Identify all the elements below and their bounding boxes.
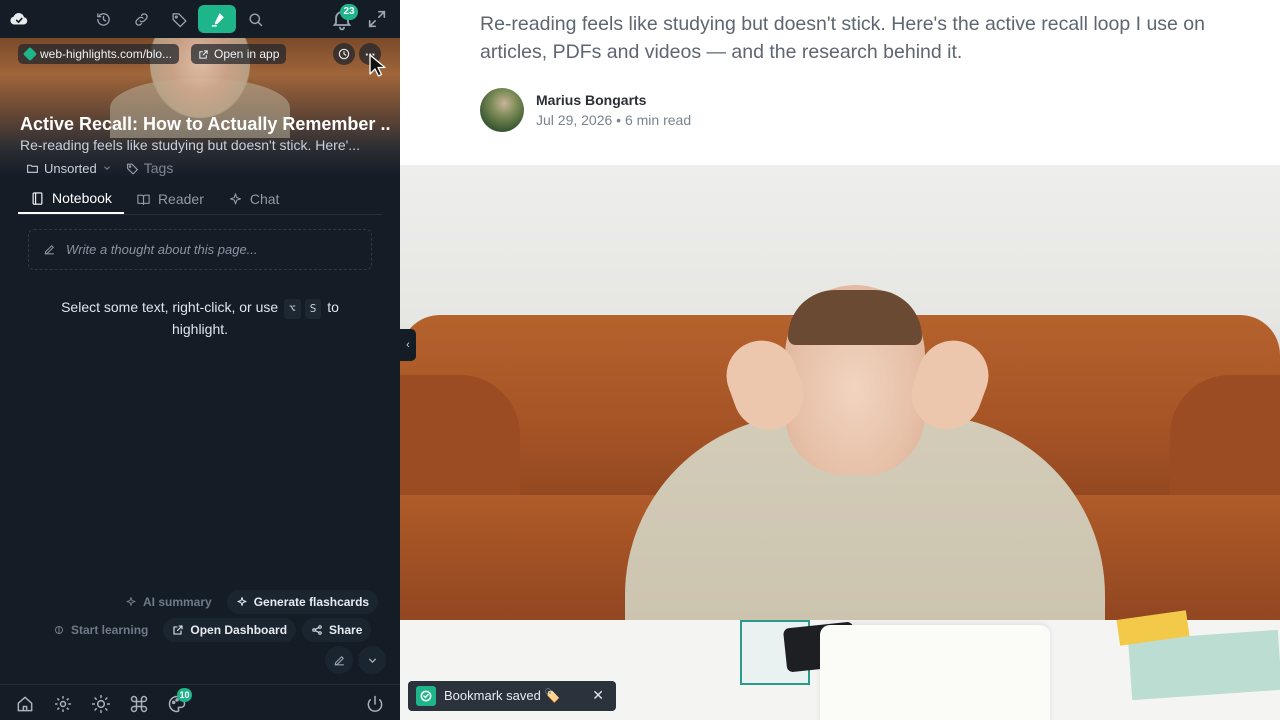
ai-summary-label: AI summary xyxy=(143,595,212,609)
history-icon xyxy=(96,12,110,26)
brain-icon xyxy=(55,626,63,634)
article-lede: Re-reading feels like studying but doesn… xyxy=(480,13,1205,63)
start-learning-button[interactable]: Start learning xyxy=(44,618,157,642)
sidebar-tabs: Notebook Reader Chat xyxy=(18,184,382,215)
cloud-check-icon[interactable] xyxy=(8,8,30,30)
chevron-down-icon xyxy=(368,657,376,663)
empty-state-hint: Select some text, right-click, or use ⌥ S… xyxy=(40,297,360,339)
chevron-left-icon: ‹ xyxy=(406,339,410,351)
open-in-app-button[interactable]: Open in app xyxy=(191,44,287,64)
open-dashboard-label: Open Dashboard xyxy=(190,623,288,637)
learning-actions-row: Start learning Open Dashboard Share xyxy=(44,618,372,642)
source-url-chip[interactable]: web-highlights.com/blo... xyxy=(18,44,180,64)
tag-button[interactable] xyxy=(160,5,198,33)
gear-icon[interactable] xyxy=(53,694,73,714)
external-link-icon xyxy=(173,625,183,635)
history-button[interactable] xyxy=(84,5,122,33)
highlighter-sidebar: 23 web-highlights.com/blo... Open in app… xyxy=(0,0,400,720)
share-button[interactable]: Share xyxy=(302,618,372,642)
bottom-badge: 10 xyxy=(177,688,192,702)
hint-text-start: Select some text, right-click, or use xyxy=(61,299,279,315)
link-icon xyxy=(134,12,148,26)
reminder-button[interactable] xyxy=(333,43,355,65)
tab-notebook-label: Notebook xyxy=(52,190,112,206)
notification-badge: 23 xyxy=(340,4,358,20)
source-url: web-highlights.com/blo... xyxy=(40,47,173,61)
expand-icon[interactable] xyxy=(366,8,388,30)
tag-icon xyxy=(171,12,187,27)
article-view: Re-reading feels like studying but doesn… xyxy=(400,0,1280,720)
generate-flashcards-label: Generate flashcards xyxy=(253,595,370,609)
option-key: ⌥ xyxy=(284,299,301,319)
sidebar-bottom-bar xyxy=(0,684,400,720)
author-name[interactable]: Marius Bongarts xyxy=(536,92,691,108)
sparkle-icon xyxy=(229,192,241,204)
ai-actions-row: AI summary Generate flashcards xyxy=(116,590,379,614)
note-input[interactable]: Write a thought about this page... xyxy=(28,229,372,270)
sun-icon[interactable] xyxy=(91,694,111,714)
folder-label: Unsorted xyxy=(44,160,97,176)
site-favicon-icon xyxy=(22,46,38,62)
sidebar-collapse-handle[interactable]: ‹ xyxy=(400,329,416,361)
article-meta: Jul 29, 2026 • 6 min read xyxy=(536,112,692,128)
notebook-icon xyxy=(32,191,43,205)
start-learning-label: Start learning xyxy=(71,623,149,637)
app-window: Re-reading feels like studying but doesn… xyxy=(0,0,1280,720)
clock-icon xyxy=(338,48,350,60)
tab-reader[interactable]: Reader xyxy=(124,184,216,214)
author-block: Marius Bongarts Jul 29, 2026 • 6 min rea… xyxy=(480,88,691,132)
tags-field[interactable]: Tags xyxy=(126,160,174,176)
tab-chat[interactable]: Chat xyxy=(216,184,292,214)
share-label: Share xyxy=(329,623,363,637)
generate-flashcards-button[interactable]: Generate flashcards xyxy=(226,590,379,614)
book-open-icon xyxy=(137,194,150,205)
tool-group xyxy=(84,5,274,33)
edit-button[interactable] xyxy=(325,646,353,674)
sidebar-toolbar: 23 xyxy=(0,0,400,38)
note-placeholder: Write a thought about this page... xyxy=(66,242,258,257)
highlighter-button[interactable] xyxy=(198,5,236,33)
pencil-icon xyxy=(334,655,344,665)
highlighter-icon xyxy=(211,12,224,27)
close-icon[interactable]: ✕ xyxy=(592,687,604,704)
share-icon xyxy=(312,625,322,635)
mouse-cursor-icon xyxy=(369,54,386,77)
collapse-panel-button[interactable] xyxy=(358,646,386,674)
bookmark-saved-toast: Bookmark saved 🏷️ ✕ xyxy=(408,681,616,711)
page-meta-row: Unsorted Tags xyxy=(26,160,173,176)
s-key: S xyxy=(304,299,322,319)
search-button[interactable] xyxy=(236,5,274,33)
power-icon[interactable] xyxy=(365,694,385,714)
open-dashboard-button[interactable]: Open Dashboard xyxy=(163,618,297,642)
tab-reader-label: Reader xyxy=(157,191,204,207)
home-icon[interactable] xyxy=(15,694,35,714)
sparkle-icon xyxy=(237,597,247,606)
author-avatar[interactable] xyxy=(480,88,524,132)
command-icon[interactable] xyxy=(129,694,149,714)
tags-placeholder: Tags xyxy=(143,160,174,176)
check-circle-icon xyxy=(416,686,436,706)
toast-message: Bookmark saved 🏷️ xyxy=(444,688,561,703)
chevron-down-icon xyxy=(103,166,110,170)
external-link-icon xyxy=(199,49,208,59)
tag-icon xyxy=(126,163,138,174)
folder-icon xyxy=(27,164,38,173)
search-icon xyxy=(248,12,262,26)
link-button[interactable] xyxy=(122,5,160,33)
folder-selector[interactable]: Unsorted xyxy=(26,161,112,176)
tab-chat-label: Chat xyxy=(249,191,280,207)
article-hero-image xyxy=(400,165,1280,720)
tab-notebook[interactable]: Notebook xyxy=(18,184,124,214)
sparkle-icon xyxy=(126,597,136,606)
open-in-app-label: Open in app xyxy=(214,47,280,61)
page-title: Active Recall: How to Actually Remember … xyxy=(20,114,390,134)
ai-summary-button[interactable]: AI summary xyxy=(116,590,221,614)
pencil-icon xyxy=(44,245,54,255)
page-subtitle: Re-reading feels like studying but doesn… xyxy=(20,137,360,153)
